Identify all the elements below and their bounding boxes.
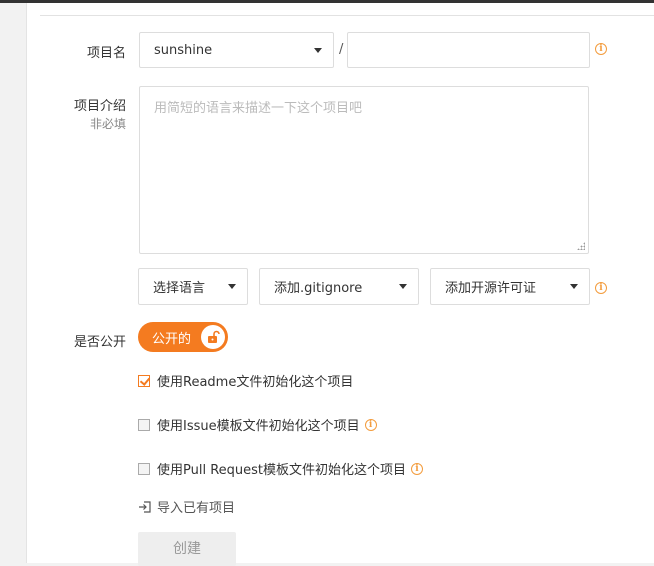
init-issue-template-label: 使用Issue模板文件初始化这个项目 xyxy=(157,419,360,434)
visibility-label: 是否公开 xyxy=(73,335,126,350)
resize-handle-icon[interactable] xyxy=(577,242,585,250)
chevron-down-icon xyxy=(314,47,322,53)
chevron-down-icon xyxy=(399,284,407,289)
path-separator: / xyxy=(339,42,344,57)
language-select[interactable]: 选择语言 xyxy=(138,268,248,305)
gitignore-select-label: 添加.gitignore xyxy=(274,281,363,296)
info-icon[interactable]: i xyxy=(595,43,607,55)
license-select-label: 添加开源许可证 xyxy=(445,281,537,296)
namespace-select[interactable]: sunshine xyxy=(139,32,334,68)
create-button[interactable]: 创建 xyxy=(138,532,236,566)
import-project-label: 导入已有项目 xyxy=(157,501,236,516)
init-readme-label: 使用Readme文件初始化这个项目 xyxy=(157,375,354,390)
description-textarea[interactable]: 用简短的语言来描述一下这个项目吧 xyxy=(139,86,589,254)
init-readme-checkbox[interactable] xyxy=(138,374,150,387)
init-pr-template-option[interactable]: 使用Pull Request模板文件初始化这个项目 i xyxy=(138,459,424,478)
init-issue-template-option[interactable]: 使用Issue模板文件初始化这个项目 i xyxy=(138,415,377,434)
init-pr-template-checkbox[interactable] xyxy=(138,462,150,475)
chevron-down-icon xyxy=(570,284,578,289)
namespace-value: sunshine xyxy=(154,42,213,58)
visibility-toggle-label: 公开的 xyxy=(152,331,192,347)
language-select-label: 选择语言 xyxy=(153,281,206,296)
license-select[interactable]: 添加开源许可证 xyxy=(430,268,590,305)
description-label: 项目介绍 xyxy=(73,99,126,114)
project-name-input[interactable] xyxy=(347,32,590,68)
init-issue-template-checkbox[interactable] xyxy=(138,418,150,431)
chevron-down-icon xyxy=(228,284,236,289)
visibility-toggle[interactable]: 公开的 xyxy=(138,322,228,352)
import-icon xyxy=(138,500,152,514)
info-icon[interactable]: i xyxy=(595,282,607,294)
info-icon[interactable]: i xyxy=(411,462,424,475)
info-icon[interactable]: i xyxy=(364,418,377,431)
init-pr-template-label: 使用Pull Request模板文件初始化这个项目 xyxy=(157,463,407,478)
panel-divider xyxy=(40,15,654,16)
description-placeholder: 用简短的语言来描述一下这个项目吧 xyxy=(154,101,363,116)
description-optional-label: 非必填 xyxy=(89,117,126,131)
gitignore-select[interactable]: 添加.gitignore xyxy=(259,268,419,305)
unlock-icon xyxy=(201,325,225,349)
project-name-label: 项目名 xyxy=(86,46,126,61)
import-project-link[interactable]: 导入已有项目 xyxy=(138,497,235,516)
init-readme-option[interactable]: 使用Readme文件初始化这个项目 xyxy=(138,371,353,390)
